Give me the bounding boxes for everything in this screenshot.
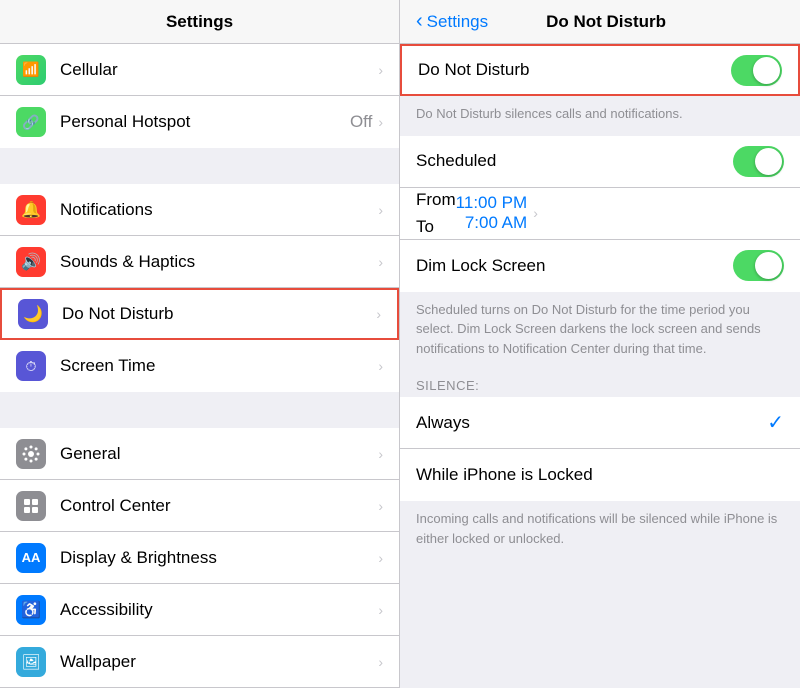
dnd-desc-text: Do Not Disturb silences calls and notifi… — [416, 106, 683, 121]
dnd-right-panel: ‹ Settings Do Not Disturb Do Not Disturb… — [400, 0, 800, 688]
dnd-description: Do Not Disturb silences calls and notifi… — [400, 96, 800, 136]
settings-item-dnd[interactable]: 🌙 Do Not Disturb › — [0, 288, 399, 340]
dnd-label: Do Not Disturb — [62, 304, 376, 324]
settings-item-sounds[interactable]: 🔊 Sounds & Haptics › — [0, 236, 399, 288]
sounds-chevron: › — [378, 254, 383, 270]
while-locked-label: While iPhone is Locked — [416, 465, 784, 485]
group-connectivity: 📶 Cellular › 🔗 Personal Hotspot Off › — [0, 44, 399, 148]
screentime-label: Screen Time — [60, 356, 378, 376]
to-label: To — [416, 213, 456, 240]
settings-item-controlcenter[interactable]: Control Center › — [0, 480, 399, 532]
group-system: General › Control Center › AA Display & … — [0, 428, 399, 688]
wallpaper-chevron: › — [378, 654, 383, 670]
sounds-icon: 🔊 — [16, 247, 46, 277]
left-header: Settings — [0, 0, 399, 44]
controlcenter-chevron: › — [378, 498, 383, 514]
while-locked-row[interactable]: While iPhone is Locked — [400, 449, 800, 501]
scheduled-section: Scheduled From To 11:00 PM 7:00 AM › Dim… — [400, 136, 800, 292]
right-content: Do Not Disturb Do Not Disturb silences c… — [400, 44, 800, 688]
cellular-label: Cellular — [60, 60, 378, 80]
scheduled-label: Scheduled — [416, 151, 733, 171]
while-locked-description: Incoming calls and notifications will be… — [400, 501, 800, 560]
back-label: Settings — [427, 12, 488, 32]
screentime-chevron: › — [378, 358, 383, 374]
silence-label-text: SILENCE: — [416, 378, 479, 393]
display-icon: AA — [16, 543, 46, 573]
dnd-toggle-row: Do Not Disturb — [400, 44, 800, 96]
accessibility-label: Accessibility — [60, 600, 378, 620]
hotspot-value: Off — [350, 112, 372, 132]
hotspot-label: Personal Hotspot — [60, 112, 350, 132]
from-to-row[interactable]: From To 11:00 PM 7:00 AM › — [400, 188, 800, 240]
screentime-icon: ⏱ — [16, 351, 46, 381]
display-chevron: › — [378, 550, 383, 566]
scheduled-row: Scheduled — [400, 136, 800, 188]
silence-section-label: SILENCE: — [400, 370, 800, 397]
from-to-chevron: › — [533, 205, 538, 221]
dim-lock-row: Dim Lock Screen — [400, 240, 800, 292]
left-title: Settings — [166, 12, 233, 32]
right-title: Do Not Disturb — [488, 12, 724, 32]
cellular-icon: 📶 — [16, 55, 46, 85]
settings-item-hotspot[interactable]: 🔗 Personal Hotspot Off › — [0, 96, 399, 148]
back-button[interactable]: ‹ Settings — [416, 10, 488, 33]
display-label: Display & Brightness — [60, 548, 378, 568]
settings-item-cellular[interactable]: 📶 Cellular › — [0, 44, 399, 96]
controlcenter-label: Control Center — [60, 496, 378, 516]
from-label: From — [416, 186, 456, 213]
dnd-chevron: › — [376, 306, 381, 322]
dim-lock-label: Dim Lock Screen — [416, 256, 733, 276]
dnd-icon: 🌙 — [18, 299, 48, 329]
back-chevron-icon: ‹ — [416, 10, 423, 33]
settings-item-wallpaper[interactable]: 🖼 Wallpaper › — [0, 636, 399, 688]
hotspot-icon: 🔗 — [16, 107, 46, 137]
from-to-labels: From To — [416, 186, 456, 240]
notifications-label: Notifications — [60, 200, 378, 220]
dnd-toggle[interactable] — [731, 55, 782, 86]
settings-left-panel: Settings 📶 Cellular › 🔗 Personal Hotspot… — [0, 0, 400, 688]
settings-list: 📶 Cellular › 🔗 Personal Hotspot Off › 🔔 — [0, 44, 399, 688]
general-chevron: › — [378, 446, 383, 462]
silence-section: Always ✓ While iPhone is Locked — [400, 397, 800, 501]
always-label: Always — [416, 413, 767, 433]
wallpaper-label: Wallpaper — [60, 652, 378, 672]
settings-item-screentime[interactable]: ⏱ Screen Time › — [0, 340, 399, 392]
dnd-toggle-label: Do Not Disturb — [418, 60, 731, 80]
general-label: General — [60, 444, 378, 464]
notifications-icon: 🔔 — [16, 195, 46, 225]
accessibility-icon: ♿ — [16, 595, 46, 625]
general-icon — [16, 439, 46, 469]
settings-item-accessibility[interactable]: ♿ Accessibility › — [0, 584, 399, 636]
to-value: 7:00 AM — [465, 213, 527, 233]
sounds-label: Sounds & Haptics — [60, 252, 378, 272]
scheduled-toggle[interactable] — [733, 146, 784, 177]
while-locked-desc-text: Incoming calls and notifications will be… — [416, 511, 777, 546]
scheduled-desc-text: Scheduled turns on Do Not Disturb for th… — [416, 302, 761, 356]
controlcenter-icon — [16, 491, 46, 521]
accessibility-chevron: › — [378, 602, 383, 618]
group-notifications: 🔔 Notifications › 🔊 Sounds & Haptics › 🌙… — [0, 184, 399, 392]
separator-1 — [0, 148, 399, 184]
right-header: ‹ Settings Do Not Disturb — [400, 0, 800, 44]
settings-item-general[interactable]: General › — [0, 428, 399, 480]
settings-item-display[interactable]: AA Display & Brightness › — [0, 532, 399, 584]
from-to-values: 11:00 PM 7:00 AM — [456, 193, 528, 233]
always-checkmark: ✓ — [767, 410, 784, 435]
from-value: 11:00 PM — [456, 193, 528, 213]
scheduled-description: Scheduled turns on Do Not Disturb for th… — [400, 292, 800, 371]
always-row[interactable]: Always ✓ — [400, 397, 800, 449]
cellular-chevron: › — [378, 62, 383, 78]
notifications-chevron: › — [378, 202, 383, 218]
separator-2 — [0, 392, 399, 428]
settings-item-notifications[interactable]: 🔔 Notifications › — [0, 184, 399, 236]
hotspot-chevron: › — [378, 114, 383, 130]
wallpaper-icon: 🖼 — [16, 647, 46, 677]
dim-lock-toggle[interactable] — [733, 250, 784, 281]
